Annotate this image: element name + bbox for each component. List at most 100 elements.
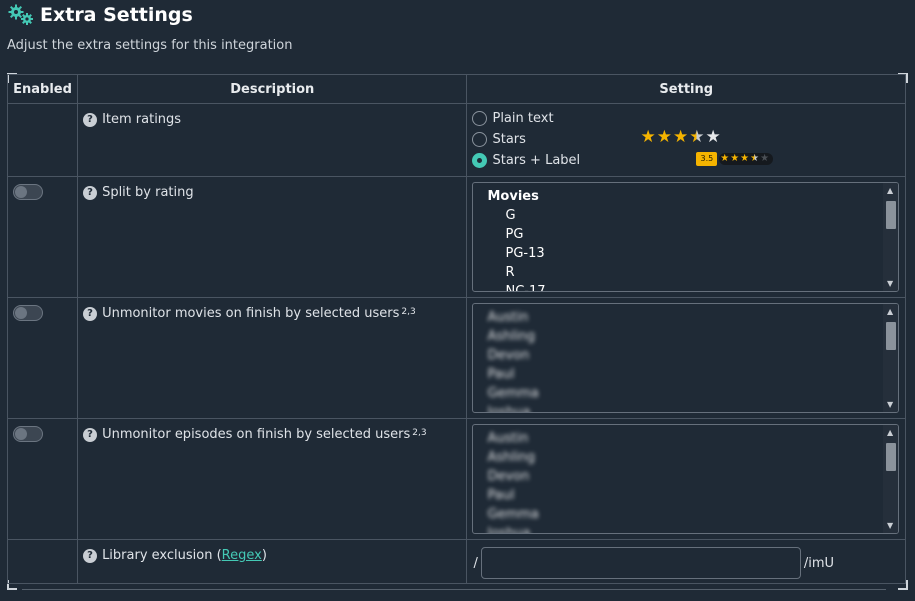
table-header-row: Enabled Description Setting xyxy=(6,74,906,104)
scroll-down-icon[interactable]: ▼ xyxy=(887,279,893,288)
regex-input[interactable] xyxy=(480,547,801,579)
user-list-item[interactable]: Joshua xyxy=(487,403,884,412)
user-list-item[interactable]: Austin xyxy=(487,429,884,448)
list-item[interactable]: NC-17 xyxy=(487,282,884,291)
help-icon[interactable]: ? xyxy=(83,306,98,321)
enabled-cell xyxy=(6,539,79,584)
unmonitor-episodes-toggle[interactable] xyxy=(13,426,43,442)
rating-listbox[interactable]: Movies G PG PG-13 R NC-17 ▲ ▼ xyxy=(472,182,899,292)
radio-label: Stars xyxy=(492,132,526,147)
radio-button-selected[interactable] xyxy=(472,153,488,168)
description-cell: ? Split by rating xyxy=(77,176,468,298)
star-icon: ★ xyxy=(640,127,656,147)
user-list-item[interactable]: Austin xyxy=(487,308,884,327)
enabled-cell xyxy=(6,103,79,177)
scrollbar-thumb[interactable] xyxy=(886,201,896,229)
user-list-item[interactable]: Ashling xyxy=(487,327,884,346)
movies-users-listbox[interactable]: Austin Ashling Devon Paul Gemma Joshua ▲… xyxy=(472,303,899,413)
scrollbar[interactable]: ▲ ▼ xyxy=(883,304,898,412)
setting-cell: / /imU xyxy=(466,539,906,584)
scrollbar-thumb[interactable] xyxy=(886,322,896,350)
radio-label: Plain text xyxy=(492,111,554,126)
footnote-ref: 2,3 xyxy=(412,428,427,438)
footnote-ref: 2,3 xyxy=(401,307,416,317)
setting-cell: Austin Ashling Devon Paul Gemma Joshua ▲… xyxy=(466,418,906,540)
list-item[interactable]: PG-13 xyxy=(487,244,884,263)
table-row-split-by-rating: ? Split by rating Movies G PG PG-13 R NC… xyxy=(6,176,906,298)
radio-option-stars-label[interactable]: Stars + Label xyxy=(472,153,580,168)
star-empty-icon: ★ xyxy=(705,127,721,147)
enabled-cell xyxy=(6,176,79,298)
frame-bottom-divider xyxy=(22,589,886,590)
list-group-header: Movies xyxy=(487,189,539,204)
radio-option-plain-text[interactable]: Plain text xyxy=(472,111,554,126)
user-list-item[interactable]: Ashling xyxy=(487,448,884,467)
star-empty-icon: ★ xyxy=(760,153,770,164)
star-icon: ★ xyxy=(730,153,740,164)
rating-badge: 3.5 xyxy=(696,152,718,166)
setting-cell: Austin Ashling Devon Paul Gemma Joshua ▲… xyxy=(466,297,906,419)
description-cell: ? Library exclusion (Regex) xyxy=(77,539,468,584)
star-icon: ★ xyxy=(656,127,672,147)
unmonitor-episodes-label: Unmonitor episodes on finish by selected… xyxy=(102,427,427,442)
user-list-item[interactable]: Devon xyxy=(487,346,884,365)
regex-link[interactable]: Regex xyxy=(222,548,262,563)
scroll-up-icon[interactable]: ▲ xyxy=(887,186,893,195)
enabled-cell xyxy=(6,297,79,419)
page-subtitle: Adjust the extra settings for this integ… xyxy=(7,38,293,53)
unmonitor-movies-label: Unmonitor movies on finish by selected u… xyxy=(102,306,416,321)
description-cell: ? Unmonitor episodes on finish by select… xyxy=(77,418,468,540)
scrollbar-thumb[interactable] xyxy=(886,443,896,471)
regex-suffix: /imU xyxy=(803,555,835,571)
user-list-item[interactable]: Joshua xyxy=(487,524,884,533)
stars-label-preview: 3.5 ★ ★ ★ ★ ★ xyxy=(696,152,774,166)
scroll-down-icon[interactable]: ▼ xyxy=(887,521,893,530)
help-icon[interactable]: ? xyxy=(83,548,98,563)
star-icon: ★ xyxy=(672,127,689,147)
help-icon[interactable]: ? xyxy=(83,427,98,442)
setting-cell: Movies G PG PG-13 R NC-17 ▲ ▼ xyxy=(466,176,906,298)
list-item[interactable]: G xyxy=(487,206,884,225)
table-row-unmonitor-movies: ? Unmonitor movies on finish by selected… xyxy=(6,297,906,419)
library-exclusion-label: Library exclusion (Regex) xyxy=(102,548,267,563)
scroll-up-icon[interactable]: ▲ xyxy=(887,307,893,316)
rating-format-radio-group: Plain text Stars Stars + Label ★ ★ ★ ★ ★… xyxy=(468,105,904,175)
star-half-icon: ★ xyxy=(689,127,705,147)
scroll-up-icon[interactable]: ▲ xyxy=(887,428,893,437)
help-icon[interactable]: ? xyxy=(83,185,98,200)
setting-cell: Plain text Stars Stars + Label ★ ★ ★ ★ ★… xyxy=(466,103,906,177)
list-item[interactable]: PG xyxy=(487,225,884,244)
split-by-rating-label: Split by rating xyxy=(102,185,194,200)
table-row-library-exclusion: ? Library exclusion (Regex) / /imU xyxy=(6,539,906,584)
table-row-item-ratings: ? Item ratings Plain text Stars Stars + … xyxy=(6,103,906,177)
enabled-cell xyxy=(6,418,79,540)
star-icon: ★ xyxy=(720,153,730,164)
regex-prefix: / xyxy=(473,555,478,571)
split-by-rating-toggle[interactable] xyxy=(13,184,43,200)
list-item[interactable]: R xyxy=(487,263,884,282)
radio-button[interactable] xyxy=(472,111,488,126)
episodes-users-listbox[interactable]: Austin Ashling Devon Paul Gemma Joshua ▲… xyxy=(472,424,899,534)
star-half-icon: ★ xyxy=(750,153,760,164)
help-icon[interactable]: ? xyxy=(83,112,98,127)
header-setting: Setting xyxy=(466,74,906,104)
user-list-item[interactable]: Devon xyxy=(487,467,884,486)
settings-table: Enabled Description Setting ? Item ratin… xyxy=(6,74,906,584)
radio-button[interactable] xyxy=(472,132,488,147)
stars-preview: ★ ★ ★ ★ ★ xyxy=(640,129,720,146)
user-list-item[interactable]: Paul xyxy=(487,486,884,505)
user-list-item[interactable]: Gemma xyxy=(487,384,884,403)
description-cell: ? Unmonitor movies on finish by selected… xyxy=(77,297,468,419)
item-ratings-label: Item ratings xyxy=(102,112,182,127)
scrollbar[interactable]: ▲ ▼ xyxy=(883,425,898,533)
star-icon: ★ xyxy=(740,153,750,164)
page-title: Extra Settings xyxy=(40,4,193,26)
user-list-item[interactable]: Paul xyxy=(487,365,884,384)
header-description: Description xyxy=(77,74,468,104)
user-list-item[interactable]: Gemma xyxy=(487,505,884,524)
radio-label: Stars + Label xyxy=(492,153,581,168)
unmonitor-movies-toggle[interactable] xyxy=(13,305,43,321)
radio-option-stars[interactable]: Stars xyxy=(472,132,526,147)
scrollbar[interactable]: ▲ ▼ xyxy=(883,183,898,291)
scroll-down-icon[interactable]: ▼ xyxy=(887,400,893,409)
